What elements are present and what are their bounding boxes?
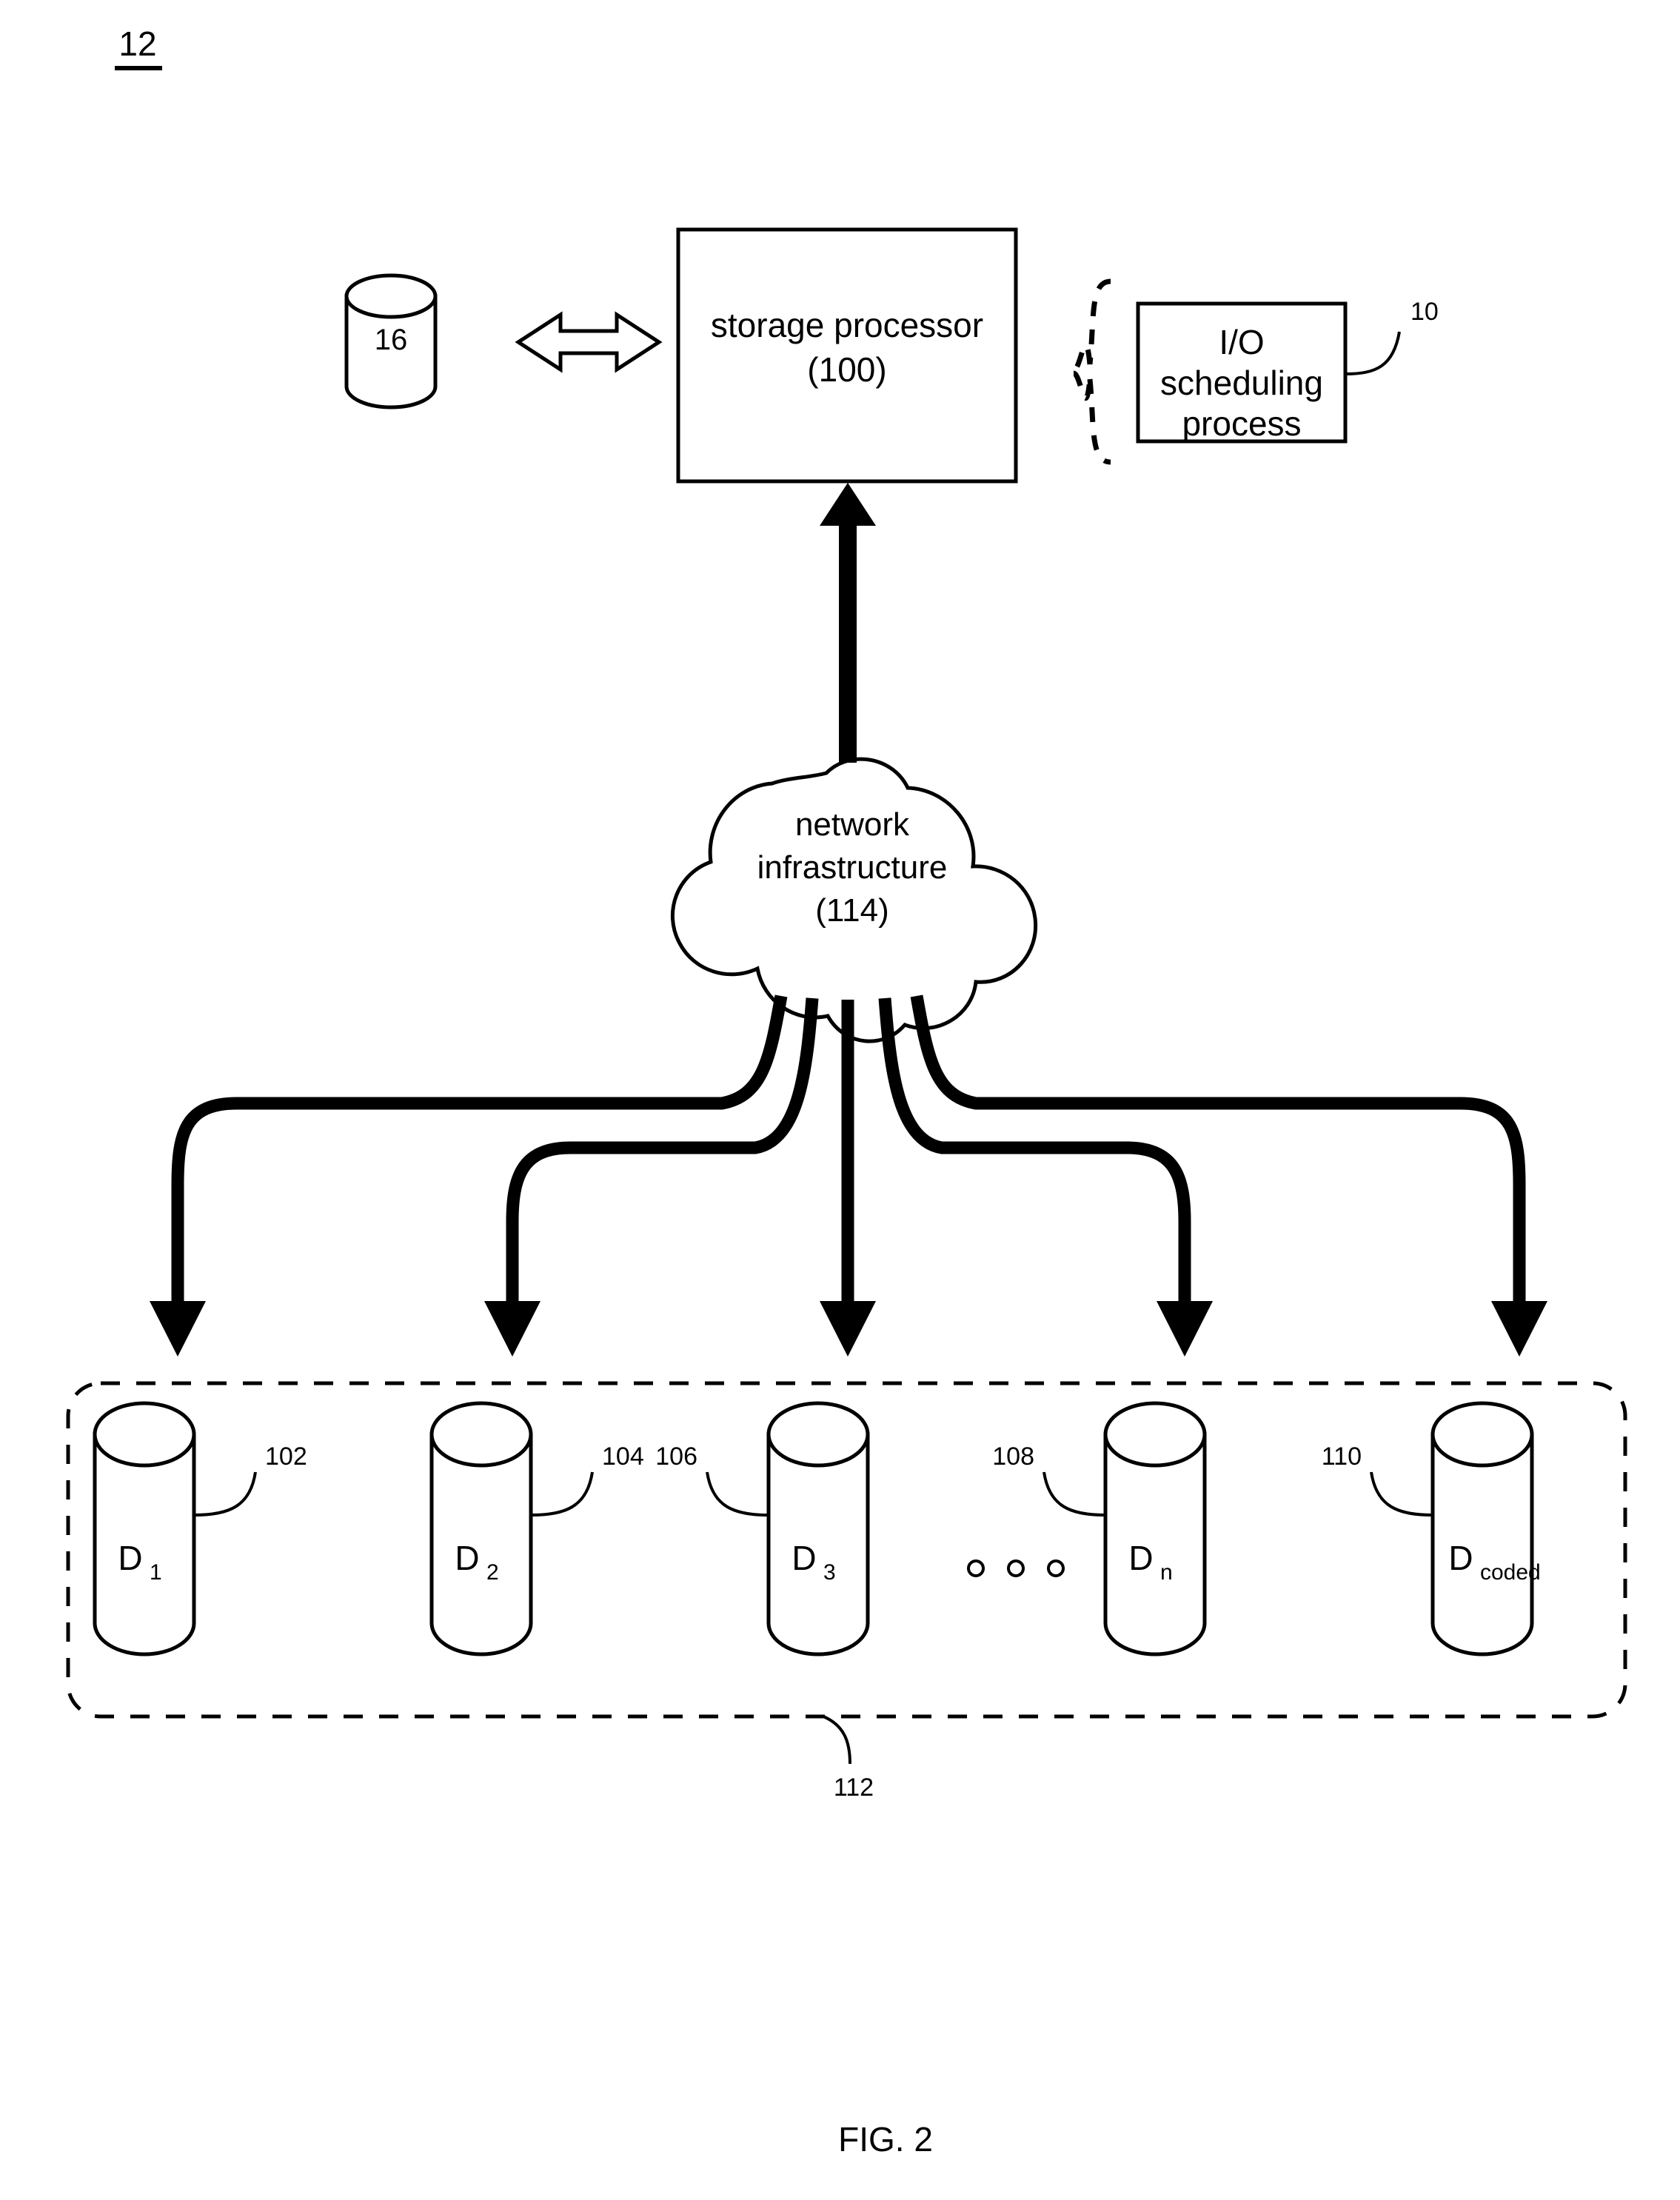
io-scheduling-line-2: scheduling xyxy=(1160,364,1323,402)
disk-d3-top xyxy=(766,1401,870,1468)
disk-dn-label: D xyxy=(1128,1539,1153,1577)
disk-dcoded-label: D xyxy=(1448,1539,1473,1577)
io-scheduling-ref-leader xyxy=(1345,331,1401,375)
disk-dn-ref-label: 108 xyxy=(992,1442,1034,1471)
cache-cylinder-label: 16 xyxy=(375,324,408,356)
disk-ellipsis-dot-3 xyxy=(1047,1559,1065,1577)
disk-d3-ref-label: 106 xyxy=(655,1442,697,1471)
disk-dn-top xyxy=(1103,1401,1207,1468)
disk-d2-subscript: 2 xyxy=(486,1560,499,1585)
disk-d1-body xyxy=(93,1432,196,1656)
disk-cylinder-dcoded: D coded 110 xyxy=(1322,1401,1541,1656)
disk-d2-top xyxy=(429,1401,533,1468)
disk-dcoded-ref-leader xyxy=(1370,1471,1433,1517)
io-scheduling-process-node: I/O scheduling process 10 xyxy=(1136,298,1439,444)
flow-arrowhead-disk-1 xyxy=(150,1301,206,1357)
flow-arrowhead-disk-3 xyxy=(820,1301,876,1357)
disk-dcoded-top xyxy=(1430,1401,1534,1468)
disk-cylinder-d2: D 2 104 xyxy=(429,1401,644,1656)
disk-dcoded-ref-label: 110 xyxy=(1322,1442,1362,1471)
disk-d2-ref-leader xyxy=(530,1471,594,1517)
sheet-label-group: 12 xyxy=(115,24,162,70)
flow-arrowhead-disk-4 xyxy=(1157,1301,1213,1357)
io-scheduling-line-3: process xyxy=(1182,404,1301,443)
cloud-to-processor-arrow xyxy=(820,483,876,763)
disk-d1-top xyxy=(93,1401,196,1468)
disk-dn-body xyxy=(1103,1432,1207,1656)
dashed-brace-icon xyxy=(1072,278,1111,465)
network-cloud-line-1: network xyxy=(795,806,910,843)
network-infrastructure-node: network infrastructure (114) xyxy=(670,757,1038,1043)
bidirectional-arrow-icon xyxy=(515,311,663,373)
data-array-ref-label: 112 xyxy=(834,1773,874,1802)
disk-d3-label: D xyxy=(792,1539,816,1577)
disk-d2-label: D xyxy=(455,1539,479,1577)
cache-cylinder-top xyxy=(344,273,438,319)
figure-canvas: 12 16 storage processor (100) I/O schedu… xyxy=(66,24,1627,2159)
storage-processor-title: storage processor xyxy=(711,306,983,344)
cloud-to-processor-arrow-shape xyxy=(820,483,876,763)
storage-processor-ref: (100) xyxy=(807,350,886,389)
bidirectional-arrow-shape xyxy=(515,311,663,373)
disk-d3-body xyxy=(766,1432,870,1656)
disk-dcoded-body xyxy=(1430,1432,1534,1656)
io-scheduling-line-1: I/O xyxy=(1219,323,1264,361)
figure-page: 12 16 storage processor (100) I/O schedu… xyxy=(0,0,1680,2200)
disk-cylinder-d1: D 1 102 xyxy=(93,1401,307,1656)
io-scheduling-ref-label: 10 xyxy=(1410,298,1439,326)
cache-cylinder: 16 xyxy=(344,273,438,409)
sheet-label: 12 xyxy=(118,24,156,63)
dashed-brace-shape xyxy=(1072,278,1111,465)
disk-d1-ref-leader xyxy=(193,1471,257,1517)
disk-ellipsis xyxy=(967,1559,1065,1577)
figure-caption: FIG. 2 xyxy=(838,2120,933,2159)
flow-arrowhead-disk-5 xyxy=(1491,1301,1547,1357)
disk-d3-subscript: 3 xyxy=(823,1560,836,1585)
storage-processor-node: storage processor (100) xyxy=(676,227,1018,484)
disk-d2-body xyxy=(429,1432,533,1656)
disk-d1-ref-label: 102 xyxy=(265,1442,307,1471)
disk-dn-subscript: n xyxy=(1160,1560,1173,1585)
disk-dn-ref-leader xyxy=(1043,1471,1106,1517)
disk-d2-ref-label: 104 xyxy=(602,1442,644,1471)
disk-dcoded-subscript: coded xyxy=(1480,1560,1541,1585)
disk-ellipsis-dot-1 xyxy=(967,1559,985,1577)
network-cloud-line-2: infrastructure xyxy=(757,849,948,886)
data-array-ref-leader xyxy=(823,1715,851,1765)
flow-arrowhead-disk-2 xyxy=(484,1301,541,1357)
network-cloud-line-3: (114) xyxy=(815,892,888,929)
disk-d1-label: D xyxy=(118,1539,142,1577)
disk-ellipsis-dot-2 xyxy=(1007,1559,1025,1577)
cloud-fanout-flows xyxy=(150,994,1547,1357)
disk-d3-ref-leader xyxy=(706,1471,769,1517)
disk-cylinder-d3: D 3 106 xyxy=(655,1401,870,1656)
disk-cylinder-dn: D n 108 xyxy=(992,1401,1207,1656)
disk-d1-subscript: 1 xyxy=(150,1560,162,1585)
